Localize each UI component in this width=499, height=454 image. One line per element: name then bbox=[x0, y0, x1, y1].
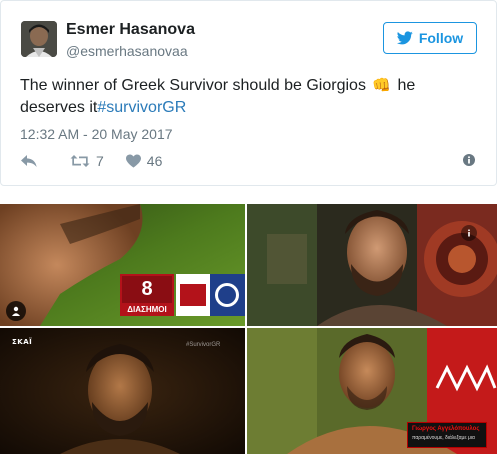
follow-button[interactable]: Follow bbox=[383, 22, 477, 54]
hashtag-link[interactable]: #survivorGR bbox=[97, 99, 186, 116]
fist-emoji: 👊 bbox=[372, 77, 392, 94]
score-team-label: ΔΙΑΣΗΜΟΙ bbox=[127, 305, 167, 314]
heart-icon bbox=[125, 154, 141, 168]
reply-button[interactable] bbox=[20, 154, 38, 168]
user-tag-badge[interactable] bbox=[6, 301, 26, 321]
person-icon bbox=[12, 306, 20, 316]
photo-1[interactable]: 8 ΔΙΑΣΗΜΟΙ bbox=[0, 204, 245, 326]
author-handle[interactable]: @esmerhasanovaa bbox=[66, 43, 188, 59]
twitter-bird-icon bbox=[396, 31, 413, 45]
caption-subtitle: παραμένουμε, διάλεξαμε μια bbox=[412, 435, 475, 441]
photo-2-scene bbox=[247, 204, 497, 326]
channel-logo: ΣΚΑΪ bbox=[12, 338, 33, 346]
media-info-button[interactable] bbox=[461, 225, 477, 241]
retweet-icon bbox=[70, 155, 90, 167]
tweet-actions: 7 46 bbox=[20, 151, 162, 171]
author-avatar[interactable] bbox=[21, 21, 57, 57]
tweet-timestamp[interactable]: 12:32 AM - 20 May 2017 bbox=[20, 126, 173, 142]
photo-3[interactable]: ΣΚΑΪ #SurvivorGR bbox=[0, 328, 245, 454]
photo-2[interactable] bbox=[247, 204, 497, 326]
follow-label: Follow bbox=[418, 30, 464, 46]
like-count: 46 bbox=[146, 153, 163, 169]
tweet-text: The winner of Greek Survivor should be G… bbox=[20, 75, 480, 119]
like-button[interactable]: 46 bbox=[125, 153, 163, 169]
reply-icon bbox=[21, 155, 37, 167]
tweet-text-main: The winner of Greek Survivor should be G… bbox=[20, 77, 366, 94]
avatar-image bbox=[21, 21, 57, 57]
retweet-count: 7 bbox=[96, 153, 104, 169]
media-grid: 8 ΔΙΑΣΗΜΟΙ ΣΚΑΪ #SurvivorGR Γιώργος Αγγε… bbox=[0, 204, 499, 454]
caption-overlay: Γιώργος Αγγελόπουλος παραμένουμε, διάλεξ… bbox=[407, 422, 487, 448]
info-icon[interactable] bbox=[463, 154, 475, 166]
author-name[interactable]: Esmer Hasanova bbox=[66, 21, 195, 39]
retweet-button[interactable]: 7 bbox=[70, 153, 104, 169]
tweet-card: Esmer Hasanova @esmerhasanovaa Follow Th… bbox=[0, 0, 497, 186]
caption-name: Γιώργος Αγγελόπουλος bbox=[412, 426, 480, 432]
media-info-icon bbox=[468, 229, 470, 237]
score-overlay: 8 ΔΙΑΣΗΜΟΙ bbox=[120, 274, 245, 316]
score-value: 8 bbox=[141, 278, 153, 300]
channel-hashtag: #SurvivorGR bbox=[186, 342, 221, 348]
photo-4[interactable]: Γιώργος Αγγελόπουλος παραμένουμε, διάλεξ… bbox=[247, 328, 497, 454]
